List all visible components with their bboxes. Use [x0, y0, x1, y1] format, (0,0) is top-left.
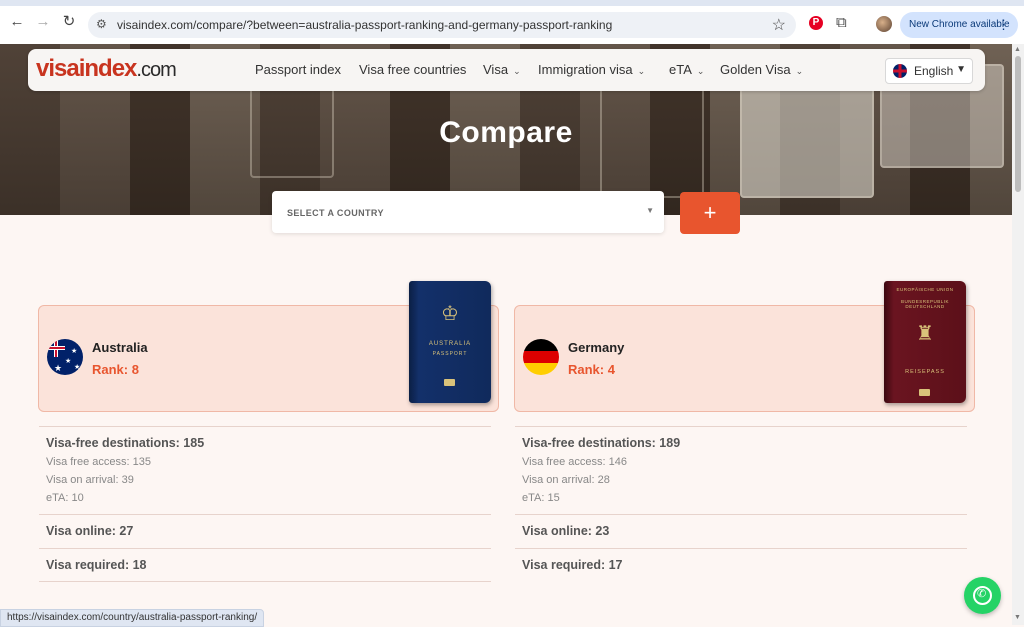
chevron-down-icon: ⌄ [637, 66, 646, 76]
kebab-menu-icon[interactable]: ⋮ [997, 12, 1010, 38]
caret-down-icon: ▼ [956, 64, 966, 75]
divider [515, 426, 967, 427]
star-icon: ★ [65, 358, 72, 365]
divider [39, 514, 491, 515]
extensions-icon[interactable]: ⧉ [836, 14, 847, 31]
nav-visa-free-countries[interactable]: Visa free countries [359, 62, 466, 77]
uk-flag-icon [893, 64, 907, 78]
page-title: Compare [439, 116, 573, 149]
back-icon[interactable]: ← [8, 13, 26, 31]
eta-count: eTA: 15 [522, 492, 560, 504]
visa-free-destinations: Visa-free destinations: 185 [46, 436, 205, 450]
visa-online: Visa online: 23 [522, 524, 610, 538]
scrollbar-thumb[interactable] [1015, 56, 1021, 192]
country-select[interactable]: SELECT A COUNTRY ▼ [272, 191, 664, 233]
nav-label: eTA [669, 62, 692, 77]
language-label: English [914, 64, 954, 78]
scroll-up-icon[interactable]: ▲ [1014, 46, 1021, 53]
reload-icon[interactable]: ↻ [60, 13, 78, 31]
eagle-crest-icon: ♜ [916, 323, 934, 345]
visa-free-access: Visa free access: 135 [46, 456, 151, 468]
country-select-placeholder: SELECT A COUNTRY [287, 208, 384, 218]
divider [515, 514, 967, 515]
divider [39, 581, 491, 582]
caret-down-icon: ▼ [646, 206, 654, 215]
stats-australia: Visa-free destinations: 185 Visa free ac… [39, 426, 498, 582]
australia-flag-icon: ★ ★ ★ ★ [47, 339, 83, 375]
star-icon: ★ [74, 364, 81, 371]
chrome-update-label: New Chrome available [909, 19, 1010, 30]
chevron-down-icon: ⌄ [513, 66, 521, 76]
address-url[interactable]: visaindex.com/compare/?between=australia… [117, 18, 612, 32]
germany-passport-image: EUROPÄISCHE UNION BUNDESREPUBLIK DEUTSCH… [884, 281, 966, 403]
nav-visa[interactable]: Visa ⌄ [483, 62, 521, 77]
visa-required: Visa required: 18 [46, 558, 147, 572]
chrome-update-button[interactable]: New Chrome available ⋮ [900, 12, 1018, 38]
scroll-down-icon[interactable]: ▼ [1014, 614, 1021, 621]
profile-avatar[interactable] [876, 16, 892, 32]
visa-required: Visa required: 17 [522, 558, 623, 572]
page-scrollbar[interactable]: ▲ ▼ [1012, 44, 1024, 625]
add-country-button[interactable]: + [680, 192, 740, 234]
germany-flag-icon [523, 339, 559, 375]
australia-passport-image: ♔ AUSTRALIA PASSPORT [409, 281, 491, 403]
country-rank: Rank: 8 [92, 362, 139, 377]
visa-free-access: Visa free access: 146 [522, 456, 627, 468]
passport-type-label: REISEPASS [905, 369, 945, 375]
passport-type-label: PASSPORT [432, 351, 468, 357]
logo-tld: .com [136, 59, 176, 81]
browser-toolbar: ← → ↻ ⚙ visaindex.com/compare/?between=a… [0, 0, 1024, 45]
pinterest-extension-icon[interactable]: P [809, 16, 823, 30]
site-settings-icon[interactable]: ⚙ [96, 17, 107, 31]
divider [39, 548, 491, 549]
site-logo[interactable]: visaindex.com [36, 55, 177, 83]
whatsapp-chat-button[interactable]: ✆ [964, 577, 1001, 614]
country-name[interactable]: Germany [568, 340, 624, 355]
bookmark-star-icon[interactable]: ☆ [772, 15, 786, 35]
forward-icon[interactable]: → [34, 13, 52, 31]
star-icon: ★ [71, 348, 78, 355]
site-header: visaindex.com Passport index Visa free c… [28, 49, 985, 91]
divider [39, 426, 491, 427]
stats-germany: Visa-free destinations: 189 Visa free ac… [515, 426, 974, 582]
nav-immigration-visa[interactable]: Immigration visa ⌄ [538, 62, 645, 77]
country-name[interactable]: Australia [92, 340, 148, 355]
star-icon: ★ [54, 363, 63, 373]
visa-online: Visa online: 27 [46, 524, 134, 538]
logo-text: visaindex [36, 55, 137, 82]
coat-of-arms-icon: ♔ [441, 303, 459, 325]
nav-eta[interactable]: eTA ⌄ [669, 62, 704, 77]
divider [515, 548, 967, 549]
tab-strip [0, 0, 1024, 6]
language-select[interactable]: English ▼ [885, 58, 973, 84]
eta-count: eTA: 10 [46, 492, 84, 504]
biometric-chip-icon [444, 379, 455, 386]
nav-label: Passport index [255, 62, 341, 77]
country-card-germany[interactable]: Germany Rank: 4 EUROPÄISCHE UNION BUNDES… [514, 281, 975, 412]
nav-golden-visa[interactable]: Golden Visa ⌄ [720, 62, 803, 77]
country-card-australia[interactable]: ★ ★ ★ ★ Australia Rank: 8 ♔ AUSTRALIA PA… [38, 281, 499, 412]
passport-country-label: AUSTRALIA [428, 341, 472, 347]
phone-icon: ✆ [977, 588, 987, 600]
visa-on-arrival: Visa on arrival: 39 [46, 474, 134, 486]
chevron-down-icon: ⌄ [795, 66, 804, 76]
chevron-down-icon: ⌄ [696, 66, 705, 76]
nav-label: Golden Visa [720, 62, 791, 77]
nav-label: Visa free countries [359, 62, 467, 77]
link-status-bar: https://visaindex.com/country/australia-… [0, 609, 265, 627]
country-rank: Rank: 4 [568, 362, 615, 377]
biometric-chip-icon [919, 389, 930, 396]
visa-on-arrival: Visa on arrival: 28 [522, 474, 610, 486]
passport-union-label: EUROPÄISCHE UNION [896, 287, 954, 292]
passport-country-label: BUNDESREPUBLIK DEUTSCHLAND [900, 299, 949, 309]
visa-free-destinations: Visa-free destinations: 189 [522, 436, 681, 450]
nav-label: Visa [483, 62, 509, 77]
nav-passport-index[interactable]: Passport index [255, 62, 341, 77]
union-jack-canton [47, 339, 65, 357]
nav-label: Immigration visa [538, 62, 633, 77]
address-bar[interactable]: ⚙ visaindex.com/compare/?between=austral… [88, 12, 796, 38]
